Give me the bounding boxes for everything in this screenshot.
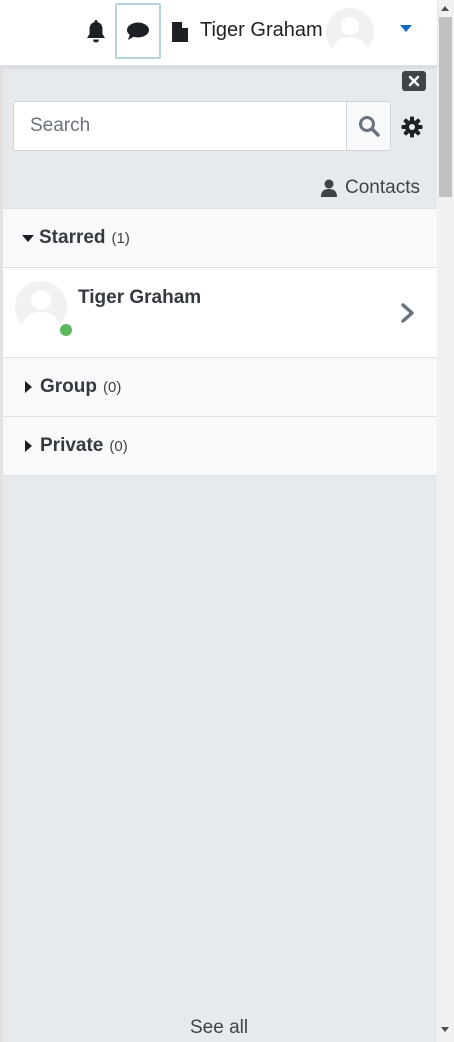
section-label: Starred [39, 227, 106, 248]
search-button[interactable] [346, 102, 390, 150]
section-count: (0) [109, 437, 128, 455]
search-box [13, 101, 391, 151]
gear-icon [401, 116, 423, 138]
message-icon [127, 22, 149, 40]
user-icon [321, 179, 337, 197]
contacts-label: Contacts [345, 177, 420, 198]
messages-toggle-button[interactable] [115, 3, 161, 59]
starred-section-toggle[interactable]: Starred (1) [3, 209, 437, 267]
settings-button[interactable] [400, 115, 424, 139]
caret-down-icon[interactable] [400, 25, 412, 32]
caret-right-icon [25, 440, 32, 452]
user-avatar[interactable] [326, 8, 374, 56]
scroll-up-icon[interactable] [441, 6, 449, 11]
see-all-link[interactable]: See all [190, 1017, 248, 1039]
search-input[interactable] [14, 102, 346, 150]
contact-name: Tiger Graham [78, 287, 202, 308]
close-icon [408, 75, 420, 87]
message-drawer: Contacts Starred (1) Tiger Graham Group … [0, 66, 437, 1042]
scroll-thumb[interactable] [439, 17, 452, 197]
caret-down-icon [22, 234, 34, 242]
section-label: Group [40, 376, 97, 397]
contacts-link[interactable]: Contacts [321, 176, 420, 200]
section-count: (1) [111, 229, 130, 247]
user-menu-name[interactable]: Tiger Graham [200, 18, 323, 42]
bell-icon[interactable] [83, 18, 109, 46]
list-item[interactable]: Tiger Graham [3, 267, 437, 357]
caret-right-icon [25, 381, 32, 393]
section-count: (0) [103, 378, 122, 396]
scroll-down-icon[interactable] [441, 1027, 449, 1032]
chevron-right-icon [401, 303, 414, 323]
online-status-indicator [59, 323, 73, 337]
section-label: Private [40, 435, 104, 456]
search-icon [358, 116, 380, 137]
page-scrollbar[interactable] [437, 0, 454, 1042]
top-navbar: Tiger Graham [0, 0, 437, 66]
group-section-toggle[interactable]: Group (0) [3, 358, 437, 416]
close-drawer-button[interactable] [402, 71, 426, 91]
starred-section: Starred (1) [3, 208, 437, 267]
document-icon[interactable] [169, 20, 191, 44]
group-section: Group (0) [3, 357, 437, 416]
private-section-toggle[interactable]: Private (0) [3, 417, 437, 475]
private-section: Private (0) [3, 416, 437, 476]
